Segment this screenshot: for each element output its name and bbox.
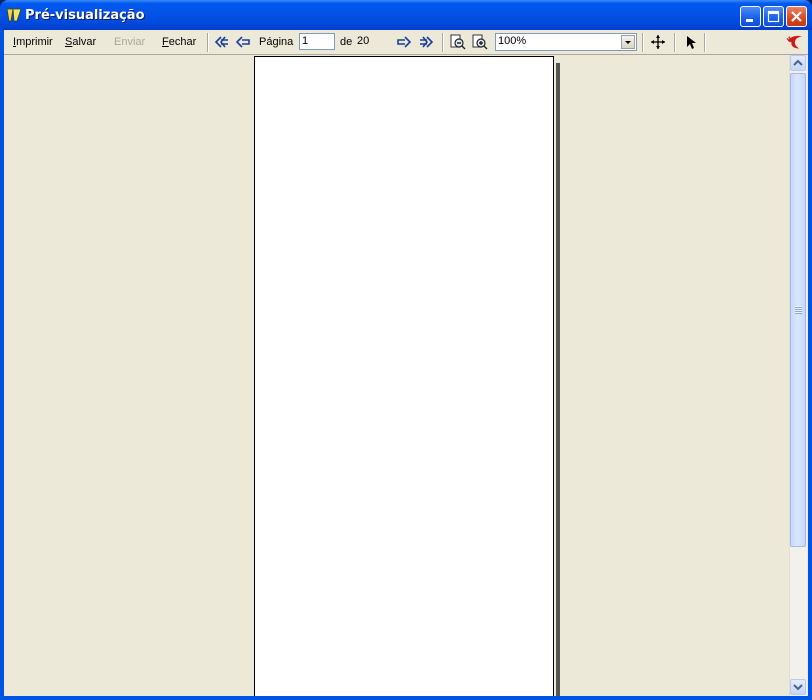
next-page-icon[interactable] — [395, 34, 413, 50]
close-button[interactable]: Fechar — [162, 36, 196, 50]
scroll-down-button[interactable] — [790, 679, 806, 695]
print-button[interactable]: Imprimir — [13, 36, 53, 50]
save-button[interactable]: Salvar — [65, 36, 96, 50]
scroll-up-button[interactable] — [790, 55, 806, 71]
preview-area[interactable] — [4, 55, 791, 696]
close-window-button[interactable] — [786, 6, 807, 27]
toolbar-separator — [674, 33, 676, 52]
previous-page-icon[interactable] — [234, 34, 252, 50]
page-label: Página — [259, 36, 294, 48]
minimize-icon — [746, 19, 753, 22]
send-button[interactable]: Enviar — [114, 36, 145, 50]
toolbar-separator — [704, 33, 706, 52]
toolbar-separator — [207, 33, 209, 52]
window-title: Pré-visualização — [25, 8, 145, 23]
preview-window: Pré-visualização Imprimir Salvar Enviar … — [0, 0, 812, 700]
toolbar-separator — [442, 33, 444, 52]
total-pages-field: 20 — [354, 33, 390, 50]
page-shadow — [556, 63, 560, 696]
app-icon — [6, 8, 22, 22]
zoom-select[interactable]: 100% — [495, 33, 637, 51]
preview-page[interactable] — [254, 56, 554, 696]
maximize-icon — [767, 10, 780, 23]
last-page-icon[interactable] — [417, 34, 435, 50]
app-logo-icon — [786, 35, 803, 49]
pointer-icon[interactable] — [682, 34, 700, 50]
vertical-scrollbar[interactable] — [789, 55, 807, 696]
chevron-down-icon — [793, 684, 803, 691]
first-page-icon[interactable] — [213, 34, 231, 50]
window-body: Imprimir Salvar Enviar Fechar Página 1 d… — [4, 30, 808, 696]
grip-icon — [795, 306, 802, 314]
zoom-value: 100% — [498, 35, 527, 47]
chevron-up-icon — [793, 59, 803, 66]
close-icon — [791, 11, 802, 22]
maximize-button[interactable] — [763, 6, 784, 27]
scroll-thumb[interactable] — [790, 73, 806, 547]
zoom-in-icon[interactable] — [471, 34, 489, 50]
toolbar-separator — [642, 33, 644, 52]
minimize-button[interactable] — [740, 6, 761, 27]
of-label: de — [340, 36, 353, 48]
move-page-icon[interactable] — [649, 34, 667, 50]
preview-toolbar: Imprimir Salvar Enviar Fechar Página 1 d… — [4, 30, 808, 55]
zoom-out-icon[interactable] — [449, 34, 467, 50]
page-number-input[interactable]: 1 — [299, 33, 335, 50]
title-bar[interactable]: Pré-visualização — [0, 0, 812, 30]
chevron-down-icon[interactable] — [621, 35, 635, 49]
